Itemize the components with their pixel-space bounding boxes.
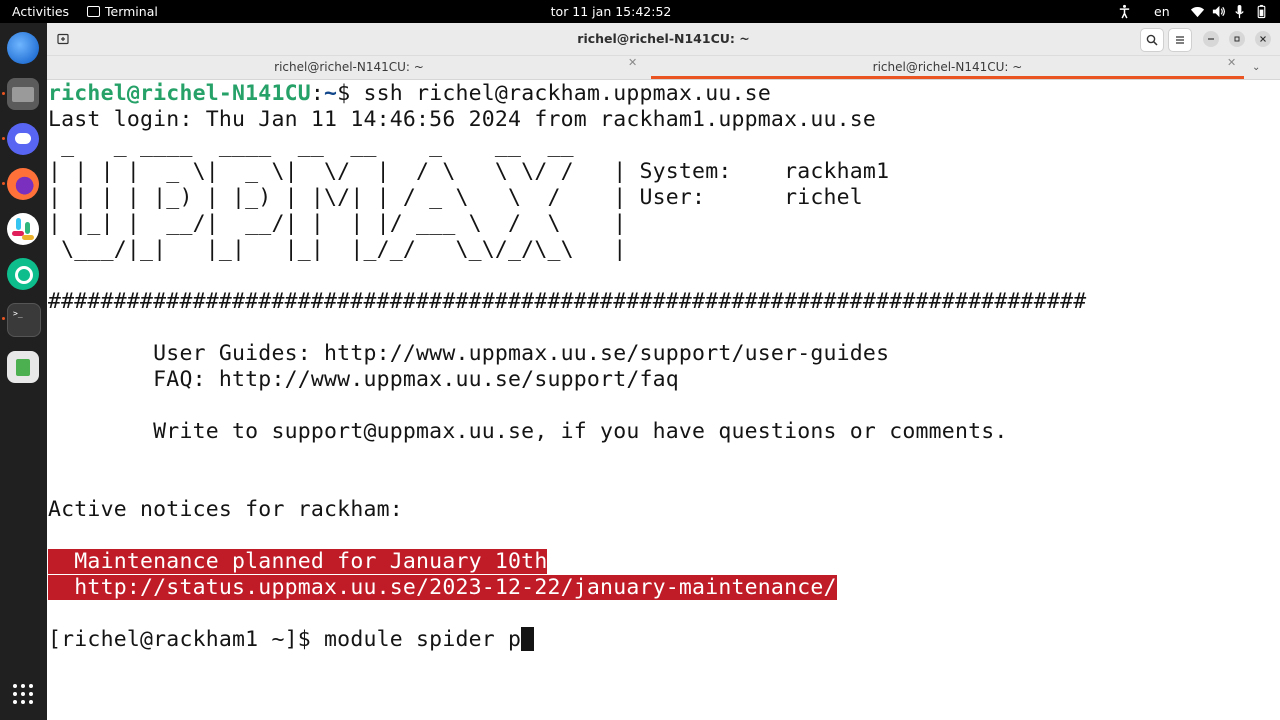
- current-prompt-line[interactable]: [richel@rackham1 ~]$ module spider p: [48, 627, 535, 653]
- running-indicator: [2, 182, 5, 185]
- banner-line: \___/|_| |_| |_| |_/_/ \_\/_/\_\ |: [48, 237, 627, 262]
- prompt-separator: :: [310, 81, 325, 106]
- search-button[interactable]: [1140, 28, 1164, 52]
- tab-1-close-icon[interactable]: ✕: [628, 56, 637, 69]
- user-guides-line: User Guides: http://www.uppmax.uu.se/sup…: [48, 341, 890, 366]
- banner-line: _ _ ____ ____ __ __ _ __ __: [48, 133, 574, 158]
- keyboard-language-indicator[interactable]: en: [1154, 0, 1170, 23]
- close-icon: [1260, 36, 1266, 42]
- accessibility-icon[interactable]: [1117, 4, 1132, 19]
- wifi-icon[interactable]: [1190, 4, 1205, 19]
- volume-icon[interactable]: [1211, 4, 1226, 19]
- tab-1[interactable]: richel@richel-N141CU: ~: [47, 56, 651, 79]
- minimize-button[interactable]: [1203, 31, 1219, 47]
- close-button[interactable]: [1255, 31, 1271, 47]
- support-line: Write to support@uppmax.uu.se, if you ha…: [48, 419, 1008, 444]
- clock-label: tor 11 jan 15:42:52: [550, 4, 672, 19]
- notices-heading: Active notices for rackham:: [48, 497, 403, 522]
- tab-bar: richel@richel-N141CU: ~ ✕ richel@richel-…: [47, 56, 1280, 80]
- banner-line: | | | | |_) | |_) | |\/| | / _ \ \ / | U…: [48, 185, 863, 210]
- dock: >_: [0, 23, 47, 720]
- maximize-button[interactable]: [1229, 31, 1245, 47]
- banner-line: | | | | _ \| _ \| \/ | / \ \ \/ / | Syst…: [48, 159, 890, 184]
- files-icon[interactable]: [7, 78, 39, 110]
- terminal-window: richel@richel-N141CU: ~ richel@richel-N1: [47, 23, 1280, 720]
- running-indicator: [2, 92, 5, 95]
- discord-icon[interactable]: [7, 123, 39, 155]
- battery-icon[interactable]: [1254, 4, 1269, 19]
- ssh-command-line: richel@richel-N141CU:~$ ssh richel@rackh…: [48, 81, 771, 107]
- clock[interactable]: tor 11 jan 15:42:52: [0, 0, 1280, 23]
- top-bar: Activities Terminal tor 11 jan 15:42:52 …: [0, 0, 1280, 23]
- notice-highlight: http://status.uppmax.uu.se/2023-12-22/ja…: [48, 575, 837, 600]
- thunderbird-icon[interactable]: [7, 32, 39, 64]
- current-prompt-text: [richel@rackham1 ~]$ module spider p: [48, 627, 522, 652]
- element-icon[interactable]: [7, 258, 39, 290]
- menu-button[interactable]: [1168, 28, 1192, 52]
- minimize-icon: [1208, 38, 1214, 40]
- scrollbar[interactable]: [1272, 80, 1280, 720]
- terminal-output[interactable]: richel@richel-N141CU:~$ ssh richel@rackh…: [47, 80, 1280, 720]
- show-apps-icon[interactable]: [12, 683, 34, 705]
- active-tab-indicator: [651, 76, 1244, 79]
- slack-icon[interactable]: [7, 213, 39, 245]
- hamburger-icon: [1176, 36, 1184, 44]
- tab-list-chevron-down-icon[interactable]: ⌄: [1252, 56, 1260, 79]
- prompt-user: richel@richel-N141CU: [48, 81, 311, 106]
- firefox-icon[interactable]: [7, 168, 39, 200]
- notice-line: Maintenance planned for January 10th: [48, 549, 548, 575]
- microphone-icon[interactable]: [1232, 4, 1247, 19]
- header-bar: richel@richel-N141CU: ~: [47, 23, 1280, 56]
- running-indicator: [2, 317, 5, 320]
- running-indicator: [2, 137, 5, 140]
- restore-icon: [1234, 36, 1240, 42]
- tab-label: richel@richel-N141CU: ~: [872, 60, 1023, 74]
- window-title: richel@richel-N141CU: ~: [577, 31, 750, 46]
- faq-line: FAQ: http://www.uppmax.uu.se/support/faq: [48, 367, 679, 392]
- trash-icon[interactable]: [7, 351, 39, 383]
- hash-divider: ########################################…: [48, 289, 1087, 314]
- prompt-path: ~: [324, 81, 338, 106]
- notice-line: http://status.uppmax.uu.se/2023-12-22/ja…: [48, 575, 837, 601]
- terminal-icon[interactable]: >_: [7, 303, 41, 337]
- text-cursor: [521, 627, 535, 651]
- banner-line: | |_| | __/| __/| | | |/ ___ \ / \ |: [48, 211, 627, 236]
- prompt-command: $ ssh richel@rackham.uppmax.uu.se: [337, 81, 771, 106]
- tab-label: richel@richel-N141CU: ~: [274, 60, 424, 74]
- search-icon: [1146, 34, 1158, 46]
- last-login-line: Last login: Thu Jan 11 14:46:56 2024 fro…: [48, 107, 877, 132]
- tab-2-close-icon[interactable]: ✕: [1227, 56, 1236, 69]
- notice-highlight: Maintenance planned for January 10th: [48, 549, 548, 574]
